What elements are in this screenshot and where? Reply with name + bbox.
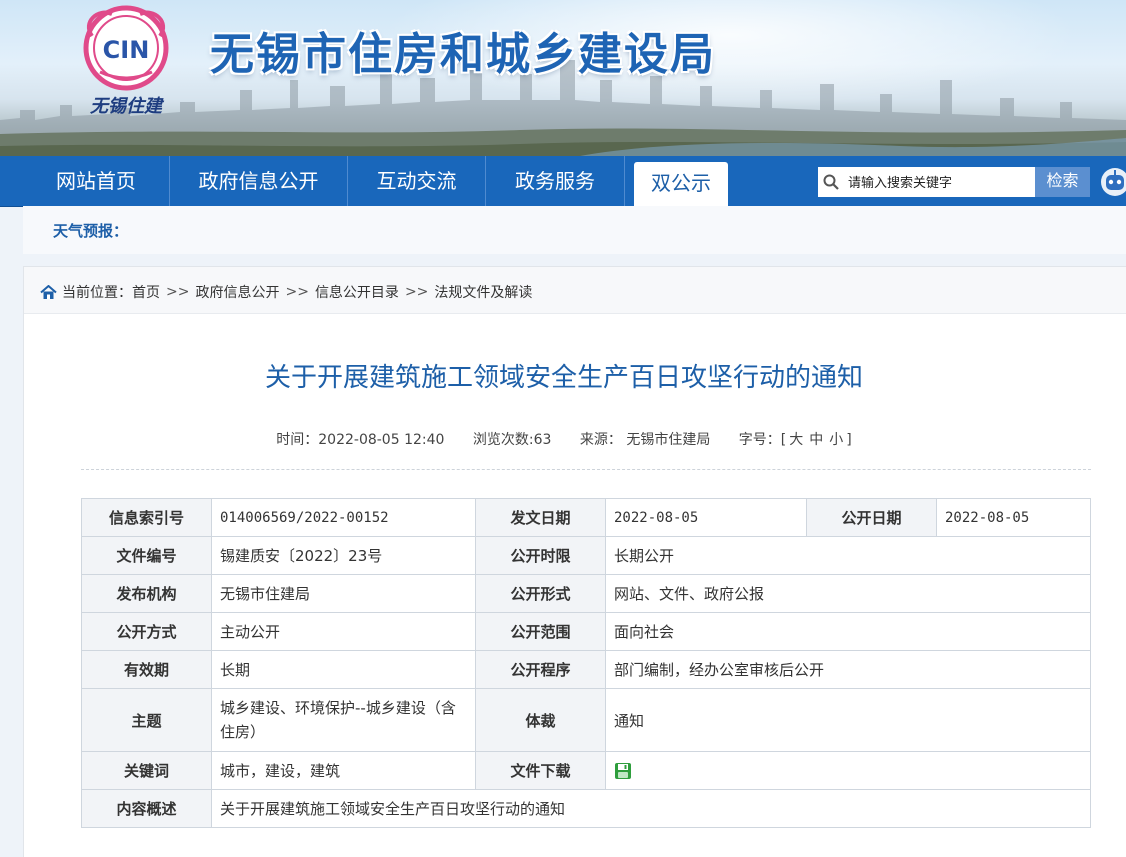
period-value: 长期公开	[605, 536, 1091, 575]
form-value: 网站、文件、政府公报	[605, 574, 1091, 613]
index-value: 014006569/2022-00152	[211, 498, 476, 537]
breadcrumb-separator: >>	[166, 284, 190, 300]
article-meta: 时间：2022-08-05 12:40 浏览次数:63 来源： 无锡市住建局 字…	[1, 429, 1126, 449]
public-date-value: 2022-08-05	[936, 498, 1091, 537]
search-input[interactable]	[846, 173, 1026, 191]
weather-bar: 天气预报：	[23, 206, 1126, 254]
breadcrumb-regulations[interactable]: 法规文件及解读	[434, 282, 532, 302]
doc-no-value: 锡建质安〔2022〕23号	[211, 536, 476, 575]
divider	[81, 469, 1091, 470]
table-row: 文件编号 锡建质安〔2022〕23号 公开时限 长期公开	[81, 536, 1091, 575]
article-title: 关于开展建筑施工领域安全生产百日攻坚行动的通知	[264, 362, 863, 392]
font-size-label: 字号：[	[738, 432, 787, 448]
nav-gov-info[interactable]: 政府信息公开	[170, 156, 348, 206]
font-large-button[interactable]: 大	[789, 432, 803, 448]
save-icon[interactable]	[614, 762, 632, 780]
article-source: 来源： 无锡市住建局	[579, 432, 711, 448]
content-card: 当前位置： 首页 >> 政府信息公开 >> 信息公开目录 >> 法规文件及解读 …	[23, 266, 1126, 857]
download-cell	[605, 751, 1091, 790]
genre-value: 通知	[605, 688, 1091, 752]
nav-dual-publicity[interactable]: 双公示	[634, 162, 728, 206]
index-label: 信息索引号	[81, 498, 212, 537]
info-table: 信息索引号 014006569/2022-00152 发文日期 2022-08-…	[81, 498, 1091, 828]
font-medium-button[interactable]: 中	[809, 432, 823, 448]
method-value: 主动公开	[211, 612, 476, 651]
keywords-label: 关键词	[81, 751, 212, 790]
nav-interaction[interactable]: 互动交流	[348, 156, 486, 206]
nav-home[interactable]: 网站首页	[23, 156, 170, 206]
table-row: 内容概述 关于开展建筑施工领域安全生产百日攻坚行动的通知	[81, 789, 1091, 828]
scope-label: 公开范围	[475, 612, 606, 651]
home-icon	[40, 284, 57, 299]
header-banner: CIN 无锡住建 无锡市住房和城乡建设局	[0, 0, 1126, 160]
scope-value: 面向社会	[605, 612, 1091, 651]
table-row: 关键词 城市，建设，建筑 文件下载	[81, 751, 1091, 790]
table-row: 公开方式 主动公开 公开范围 面向社会	[81, 612, 1091, 651]
issue-date-value: 2022-08-05	[605, 498, 807, 537]
doc-no-label: 文件编号	[81, 536, 212, 575]
table-row: 主题 城乡建设、环境保护--城乡建设（含住房） 体裁 通知	[81, 688, 1091, 752]
breadcrumb-separator: >>	[404, 284, 429, 300]
robot-icon[interactable]	[1100, 167, 1126, 199]
table-row: 信息索引号 014006569/2022-00152 发文日期 2022-08-…	[81, 498, 1091, 537]
search-icon	[818, 167, 844, 197]
topic-value: 城乡建设、环境保护--城乡建设（含住房）	[211, 688, 476, 752]
genre-label: 体裁	[475, 688, 606, 752]
validity-label: 有效期	[81, 650, 212, 689]
svg-text:无锡住建: 无锡住建	[89, 96, 165, 117]
procedure-label: 公开程序	[475, 650, 606, 689]
breadcrumb-gov-info[interactable]: 政府信息公开	[195, 282, 279, 302]
site-title: 无锡市住房和城乡建设局	[210, 29, 716, 80]
publisher-value: 无锡市住建局	[211, 574, 476, 613]
breadcrumb-prefix: 当前位置：	[62, 285, 132, 301]
weather-label: 天气预报：	[53, 222, 129, 240]
font-small-button[interactable]: 小	[829, 432, 843, 448]
breadcrumb-home[interactable]: 首页	[132, 282, 160, 302]
font-size-close: ]	[846, 432, 852, 448]
breadcrumb: 当前位置： 首页 >> 政府信息公开 >> 信息公开目录 >> 法规文件及解读	[40, 282, 532, 302]
procedure-value: 部门编制，经办公室审核后公开	[605, 650, 1091, 689]
keywords-value: 城市，建设，建筑	[211, 751, 476, 790]
breadcrumb-separator: >>	[285, 284, 309, 300]
method-label: 公开方式	[81, 612, 212, 651]
breadcrumb-catalog[interactable]: 信息公开目录	[315, 282, 399, 302]
breadcrumb-bar: 当前位置： 首页 >> 政府信息公开 >> 信息公开目录 >> 法规文件及解读	[24, 267, 1126, 314]
site-logo[interactable]: CIN 无锡住建	[78, 2, 174, 120]
summary-label: 内容概述	[81, 789, 212, 828]
summary-value: 关于开展建筑施工领域安全生产百日攻坚行动的通知	[211, 789, 1091, 828]
publish-time: 时间：2022-08-05 12:40	[276, 432, 445, 448]
validity-value: 长期	[211, 650, 476, 689]
view-count: 浏览次数:63	[472, 432, 552, 448]
search-button[interactable]: 检索	[1035, 167, 1090, 197]
period-label: 公开时限	[475, 536, 606, 575]
table-row: 有效期 长期 公开程序 部门编制，经办公室审核后公开	[81, 650, 1091, 689]
svg-text:CIN: CIN	[103, 36, 150, 64]
nav-services[interactable]: 政务服务	[486, 156, 625, 206]
topic-label: 主题	[81, 688, 212, 752]
table-row: 发布机构 无锡市住建局 公开形式 网站、文件、政府公报	[81, 574, 1091, 613]
form-label: 公开形式	[475, 574, 606, 613]
public-date-label: 公开日期	[806, 498, 937, 537]
search-box	[818, 167, 1035, 197]
issue-date-label: 发文日期	[475, 498, 606, 537]
publisher-label: 发布机构	[81, 574, 212, 613]
font-size-control: 字号：[大中小]	[739, 432, 852, 448]
download-label: 文件下载	[475, 751, 606, 790]
